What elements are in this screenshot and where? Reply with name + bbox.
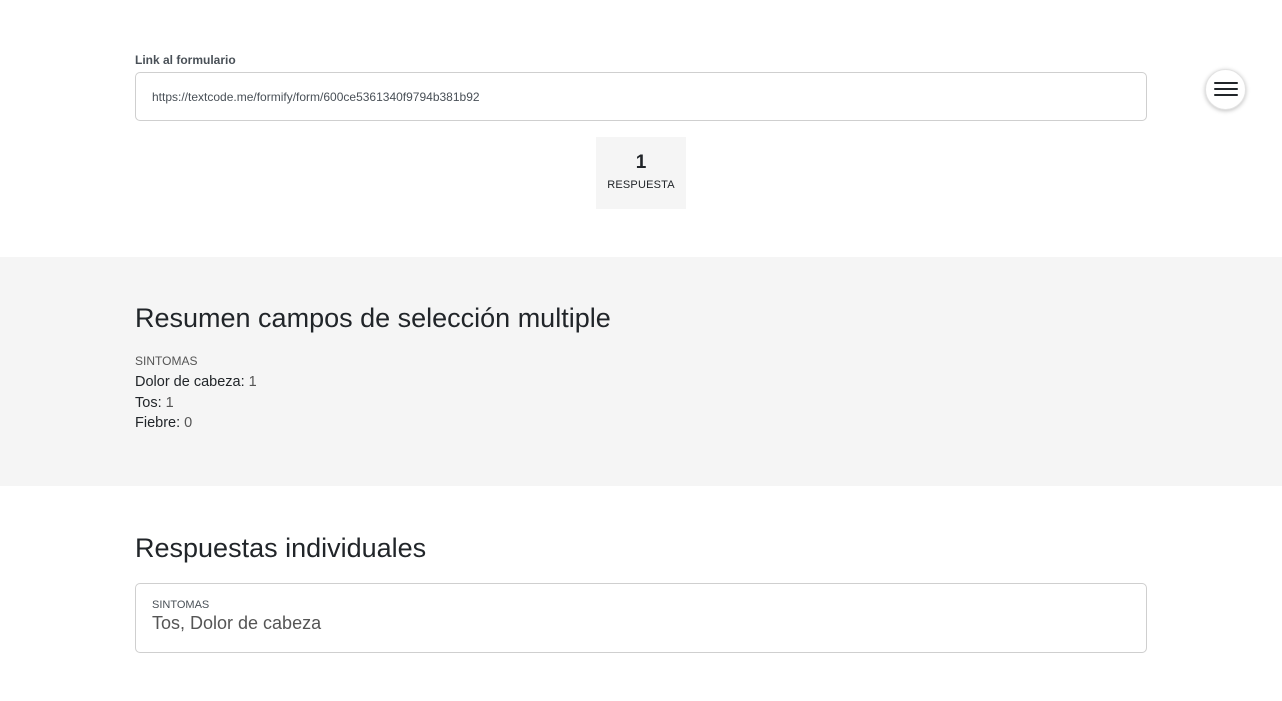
response-value: Tos, Dolor de cabeza bbox=[152, 613, 322, 633]
link-label: Link al formulario bbox=[135, 53, 236, 67]
response-count: 1 bbox=[635, 152, 647, 173]
individual-responses-section: Respuestas individuales SINTOMAS Tos, Do… bbox=[0, 486, 1282, 701]
response-count-label: RESPUESTA bbox=[607, 179, 675, 191]
option-name: Dolor de cabeza: bbox=[135, 374, 245, 390]
option-name: Tos: bbox=[135, 394, 162, 411]
summary-title: Resumen campos de selección multiple bbox=[135, 303, 611, 333]
option-count-item: Fiebre: 0 bbox=[135, 413, 257, 434]
form-link-input[interactable] bbox=[135, 72, 1147, 121]
form-link-section: Link al formulario 1 RESPUESTA bbox=[0, 0, 1282, 257]
option-count-item: Tos: 1 bbox=[135, 393, 257, 414]
option-name: Fiebre: bbox=[135, 415, 181, 431]
option-count: 0 bbox=[184, 415, 193, 431]
response-field-label: SINTOMAS bbox=[152, 599, 210, 611]
option-count: 1 bbox=[248, 374, 257, 390]
menu-button[interactable] bbox=[1205, 69, 1246, 110]
individual-responses-title: Respuestas individuales bbox=[135, 533, 427, 563]
response-count-box: 1 RESPUESTA bbox=[596, 137, 686, 209]
hamburger-icon bbox=[1213, 82, 1238, 97]
multiple-choice-summary-section: Resumen campos de selección multiple SIN… bbox=[0, 257, 1282, 486]
option-count-list: Dolor de cabeza: 1 Tos: 1 Fiebre: 0 bbox=[135, 372, 257, 434]
option-count: 1 bbox=[165, 394, 174, 411]
option-count-item: Dolor de cabeza: 1 bbox=[135, 372, 257, 393]
summary-field-label: SINTOMAS bbox=[135, 354, 198, 368]
response-card: SINTOMAS Tos, Dolor de cabeza bbox=[135, 583, 1147, 653]
